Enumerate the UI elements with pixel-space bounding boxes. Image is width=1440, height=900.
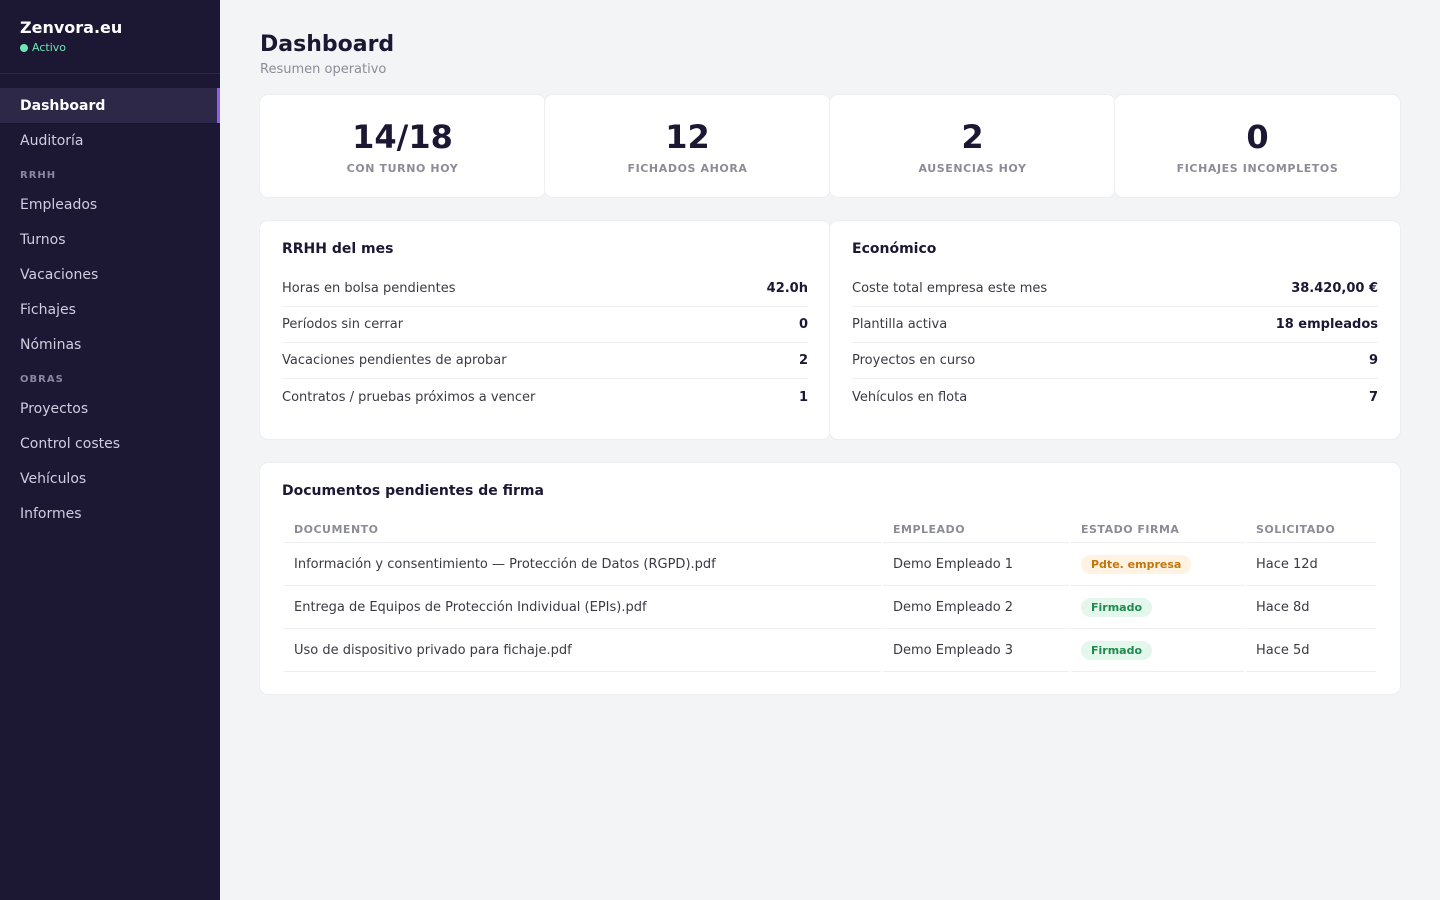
signature-status-cell: Firmado bbox=[1071, 629, 1244, 672]
stat-row: Vacaciones pendientes de aprobar 2 bbox=[282, 343, 808, 379]
kpi-label: FICHADOS AHORA bbox=[627, 161, 748, 175]
kpi-value: 12 bbox=[665, 117, 710, 156]
stat-value: 18 empleados bbox=[1275, 317, 1378, 332]
sidebar-item-informes[interactable]: Informes bbox=[0, 496, 220, 531]
table-row[interactable]: Uso de dispositivo privado para fichaje.… bbox=[284, 629, 1376, 672]
signature-status-cell: Pdte. empresa bbox=[1071, 543, 1244, 586]
documents-table: DOCUMENTO EMPLEADO ESTADO FIRMA SOLICITA… bbox=[282, 513, 1378, 672]
stat-value: 2 bbox=[798, 353, 808, 368]
stat-row: Períodos sin cerrar 0 bbox=[282, 307, 808, 343]
employee-name: Demo Empleado 3 bbox=[883, 629, 1069, 672]
kpi-card-con-turno: 14/18 CON TURNO HOY bbox=[260, 95, 545, 197]
stat-row: Horas en bolsa pendientes 42.0h bbox=[282, 271, 808, 307]
employee-name: Demo Empleado 2 bbox=[883, 586, 1069, 629]
nav-section-rrhh: RRHH bbox=[20, 170, 57, 181]
column-header-documento: DOCUMENTO bbox=[284, 513, 881, 543]
status-badge: Firmado bbox=[1081, 640, 1153, 660]
stat-label: Períodos sin cerrar bbox=[282, 317, 404, 332]
panel-economico: Económico Coste total empresa este mes 3… bbox=[830, 221, 1400, 439]
kpi-label: CON TURNO HOY bbox=[346, 161, 459, 175]
kpi-label: FICHAJES INCOMPLETOS bbox=[1176, 161, 1339, 175]
panel-title: RRHH del mes bbox=[282, 241, 394, 257]
panel-rrhh: RRHH del mes Horas en bolsa pendientes 4… bbox=[260, 221, 830, 439]
requested-time: Hace 8d bbox=[1246, 586, 1376, 629]
kpi-card-fichados: 12 FICHADOS AHORA bbox=[545, 95, 830, 197]
main-content: Dashboard Resumen operativo 14/18 CON TU… bbox=[220, 0, 1440, 900]
table-header-row: DOCUMENTO EMPLEADO ESTADO FIRMA SOLICITA… bbox=[284, 513, 1376, 543]
document-name[interactable]: Información y consentimiento — Protecció… bbox=[284, 543, 881, 586]
page-subtitle: Resumen operativo bbox=[260, 62, 387, 77]
sidebar-item-fichajes[interactable]: Fichajes bbox=[0, 292, 220, 327]
stat-value: 38.420,00 € bbox=[1291, 281, 1378, 296]
stat-value: 1 bbox=[798, 389, 808, 405]
stat-row: Contratos / pruebas próximos a vencer 1 bbox=[282, 379, 808, 415]
nav-section-obras: OBRAS bbox=[20, 374, 64, 385]
stat-label: Coste total empresa este mes bbox=[852, 281, 1048, 296]
brand-name: Zenvora.eu bbox=[20, 18, 123, 37]
stat-row: Coste total empresa este mes 38.420,00 € bbox=[852, 271, 1378, 307]
stat-row: Vehículos en flota 7 bbox=[852, 379, 1378, 415]
brand: Zenvora.eu Activo bbox=[0, 0, 220, 74]
sidebar-item-proyectos[interactable]: Proyectos bbox=[0, 391, 220, 426]
table-row[interactable]: Información y consentimiento — Protecció… bbox=[284, 543, 1376, 586]
sidebar-item-control-costes[interactable]: Control costes bbox=[0, 426, 220, 461]
sidebar-item-turnos[interactable]: Turnos bbox=[0, 222, 220, 257]
sidebar-item-vacaciones[interactable]: Vacaciones bbox=[0, 257, 220, 292]
kpi-cards: 14/18 CON TURNO HOY 12 FICHADOS AHORA 2 … bbox=[260, 95, 1400, 197]
page-title: Dashboard bbox=[260, 32, 395, 57]
status-indicator: Activo bbox=[20, 41, 200, 54]
signature-status-cell: Firmado bbox=[1071, 586, 1244, 629]
employee-name: Demo Empleado 1 bbox=[883, 543, 1069, 586]
section-title: Documentos pendientes de firma bbox=[282, 483, 544, 499]
sidebar-item-vehiculos[interactable]: Vehículos bbox=[0, 461, 220, 496]
requested-time: Hace 12d bbox=[1246, 543, 1376, 586]
kpi-value: 0 bbox=[1246, 117, 1269, 156]
stat-label: Vacaciones pendientes de aprobar bbox=[282, 353, 507, 368]
kpi-card-ausencias: 2 AUSENCIAS HOY bbox=[830, 95, 1115, 197]
stat-value: 42.0h bbox=[766, 281, 808, 296]
stat-label: Horas en bolsa pendientes bbox=[282, 281, 456, 296]
stat-row: Plantilla activa 18 empleados bbox=[852, 307, 1378, 343]
document-name[interactable]: Uso de dispositivo privado para fichaje.… bbox=[284, 629, 881, 672]
requested-time: Hace 5d bbox=[1246, 629, 1376, 672]
sidebar-item-dashboard[interactable]: Dashboard bbox=[0, 88, 220, 123]
sidebar-item-empleados[interactable]: Empleados bbox=[0, 187, 220, 222]
sidebar-item-nominas[interactable]: Nóminas bbox=[0, 327, 220, 362]
column-header-solicitado: SOLICITADO bbox=[1246, 513, 1376, 543]
stat-value: 0 bbox=[798, 317, 808, 332]
stat-row: Proyectos en curso 9 bbox=[852, 343, 1378, 379]
column-header-estado-firma: ESTADO FIRMA bbox=[1071, 513, 1244, 543]
stat-label: Plantilla activa bbox=[852, 317, 948, 332]
stat-label: Contratos / pruebas próximos a vencer bbox=[282, 389, 536, 405]
document-name[interactable]: Entrega de Equipos de Protección Individ… bbox=[284, 586, 881, 629]
sidebar: Zenvora.eu Activo Dashboard Auditoría RR… bbox=[0, 0, 220, 900]
summary-panels: RRHH del mes Horas en bolsa pendientes 4… bbox=[260, 221, 1400, 439]
kpi-value: 14/18 bbox=[352, 117, 453, 156]
pending-documents-card: Documentos pendientes de firma DOCUMENTO… bbox=[260, 463, 1400, 694]
sidebar-nav: Dashboard Auditoría RRHH Empleados Turno… bbox=[0, 74, 220, 531]
status-label: Activo bbox=[32, 41, 66, 54]
kpi-value: 2 bbox=[961, 117, 984, 156]
stat-label: Proyectos en curso bbox=[852, 353, 976, 368]
stat-value: 7 bbox=[1368, 389, 1378, 405]
status-dot-icon bbox=[20, 43, 28, 52]
sidebar-item-auditoria[interactable]: Auditoría bbox=[0, 123, 220, 158]
kpi-label: AUSENCIAS HOY bbox=[918, 161, 1027, 175]
status-badge: Firmado bbox=[1081, 597, 1153, 617]
table-row[interactable]: Entrega de Equipos de Protección Individ… bbox=[284, 586, 1376, 629]
column-header-empleado: EMPLEADO bbox=[883, 513, 1069, 543]
panel-title: Económico bbox=[852, 241, 937, 257]
stat-label: Vehículos en flota bbox=[852, 389, 968, 405]
kpi-card-fichajes-incompletos: 0 FICHAJES INCOMPLETOS bbox=[1115, 95, 1400, 197]
stat-value: 9 bbox=[1368, 353, 1378, 368]
status-badge: Pdte. empresa bbox=[1081, 554, 1192, 574]
